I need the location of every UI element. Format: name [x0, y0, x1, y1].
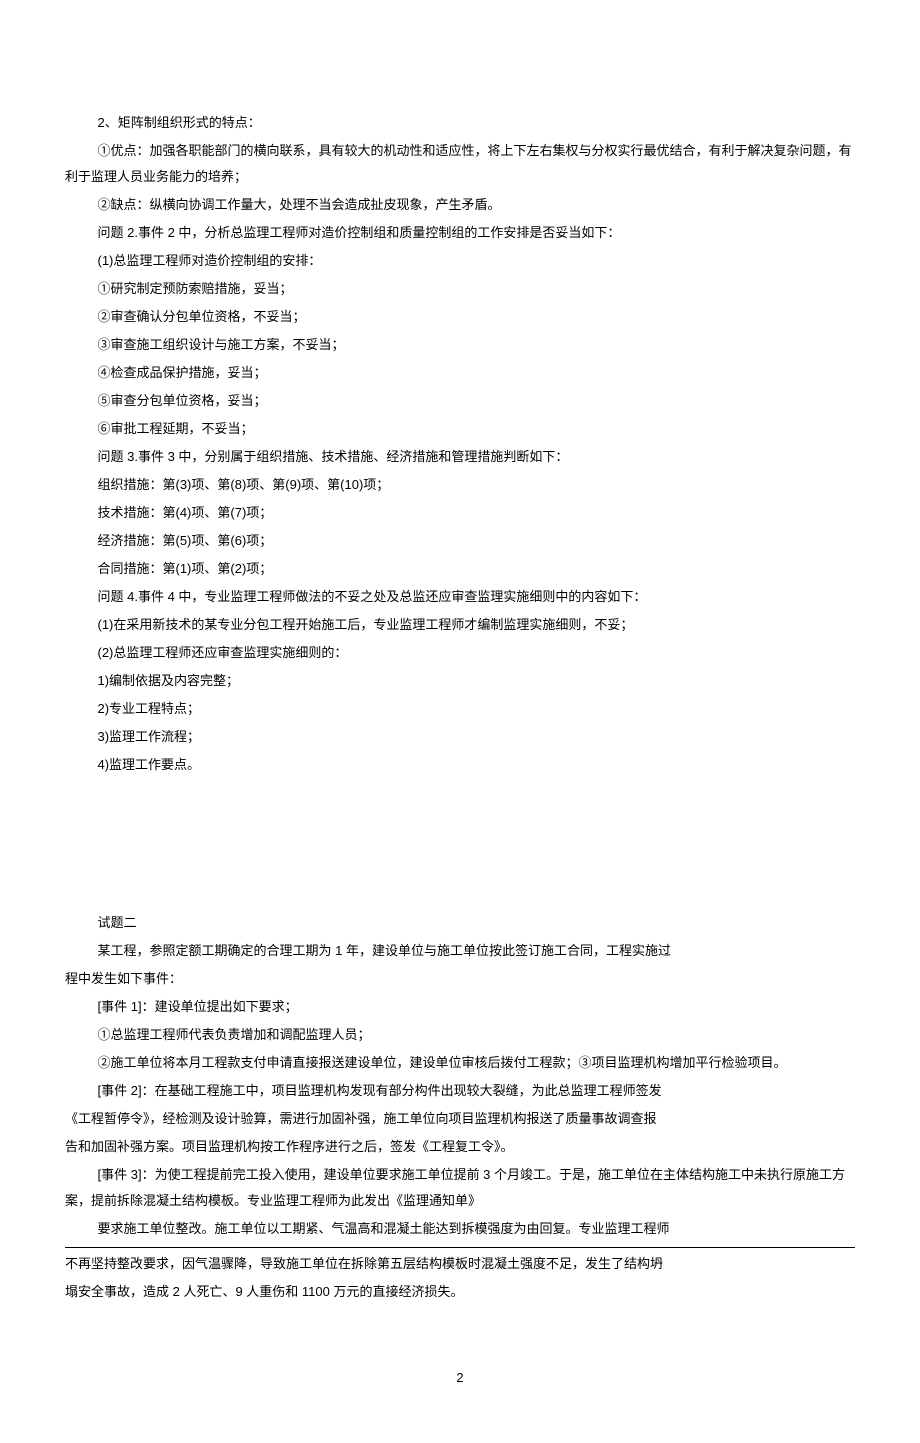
paragraph: ②审查确认分包单位资格，不妥当； — [65, 304, 855, 330]
paragraph: 问题 3.事件 3 中，分别属于组织措施、技术措施、经济措施和管理措施判断如下： — [65, 444, 855, 470]
paragraph: 告和加固补强方案。项目监理机构按工作程序进行之后，签发《工程复工令》。 — [65, 1134, 855, 1160]
paragraph: 技术措施：第(4)项、第(7)项； — [65, 500, 855, 526]
paragraph: ⑥审批工程延期，不妥当； — [65, 416, 855, 442]
paragraph: (2)总监理工程师还应审查监理实施细则的： — [65, 640, 855, 666]
paragraph: 1)编制依据及内容完整； — [65, 668, 855, 694]
section-spacer — [65, 780, 855, 910]
page-number: 2 — [65, 1365, 855, 1391]
event-header: [事件 3]：为使工程提前完工投入使用，建设单位要求施工单位提前 3 个月竣工。… — [65, 1162, 855, 1214]
paragraph: ①研究制定预防索赔措施，妥当； — [65, 276, 855, 302]
underlined-text: 要求施工单位整改。施工单位以工期紧、气温高和混凝土能达到拆模强度为由回复。专业监… — [65, 1216, 855, 1248]
paragraph: (1)在采用新技术的某专业分包工程开始施工后，专业监理工程师才编制监理实施细则，… — [65, 612, 855, 638]
section-title: 试题二 — [65, 910, 855, 936]
paragraph: ②施工单位将本月工程款支付申请直接报送建设单位，建设单位审核后拨付工程款；③项目… — [65, 1050, 855, 1076]
paragraph: 2、矩阵制组织形式的特点： — [65, 110, 855, 136]
document-body: 2、矩阵制组织形式的特点： ①优点：加强各职能部门的横向联系，具有较大的机动性和… — [65, 110, 855, 1391]
paragraph: 3)监理工作流程； — [65, 724, 855, 750]
paragraph: ⑤审查分包单位资格，妥当； — [65, 388, 855, 414]
paragraph: (1)总监理工程师对造价控制组的安排： — [65, 248, 855, 274]
paragraph: 组织措施：第(3)项、第(8)项、第(9)项、第(10)项； — [65, 472, 855, 498]
paragraph: 塌安全事故，造成 2 人死亡、9 人重伤和 1100 万元的直接经济损失。 — [65, 1279, 855, 1305]
paragraph: 4)监理工作要点。 — [65, 752, 855, 778]
paragraph: ②缺点：纵横向协调工作量大，处理不当会造成扯皮现象，产生矛盾。 — [65, 192, 855, 218]
paragraph: 要求施工单位整改。施工单位以工期紧、气温高和混凝土能达到拆模强度为由回复。专业监… — [65, 1216, 855, 1242]
paragraph: 程中发生如下事件： — [65, 966, 855, 992]
paragraph: 某工程，参照定额工期确定的合理工期为 1 年，建设单位与施工单位按此签订施工合同… — [65, 938, 855, 964]
event-header: [事件 1]：建设单位提出如下要求； — [65, 994, 855, 1020]
paragraph: 问题 2.事件 2 中，分析总监理工程师对造价控制组和质量控制组的工作安排是否妥… — [65, 220, 855, 246]
paragraph: 问题 4.事件 4 中，专业监理工程师做法的不妥之处及总监还应审查监理实施细则中… — [65, 584, 855, 610]
paragraph: 《工程暂停令》，经检测及设计验算，需进行加固补强，施工单位向项目监理机构报送了质… — [65, 1106, 855, 1132]
paragraph: ①总监理工程师代表负责增加和调配监理人员； — [65, 1022, 855, 1048]
paragraph: 合同措施：第(1)项、第(2)项； — [65, 556, 855, 582]
paragraph: ③审查施工组织设计与施工方案，不妥当； — [65, 332, 855, 358]
paragraph: ①优点：加强各职能部门的横向联系，具有较大的机动性和适应性，将上下左右集权与分权… — [65, 138, 855, 190]
paragraph: 经济措施：第(5)项、第(6)项； — [65, 528, 855, 554]
paragraph: ④检查成品保护措施，妥当； — [65, 360, 855, 386]
event-header: [事件 2]：在基础工程施工中，项目监理机构发现有部分构件出现较大裂缝，为此总监… — [65, 1078, 855, 1104]
paragraph: 不再坚持整改要求，因气温骤降，导致施工单位在拆除第五层结构模板时混凝土强度不足，… — [65, 1251, 855, 1277]
paragraph: 2)专业工程特点； — [65, 696, 855, 722]
